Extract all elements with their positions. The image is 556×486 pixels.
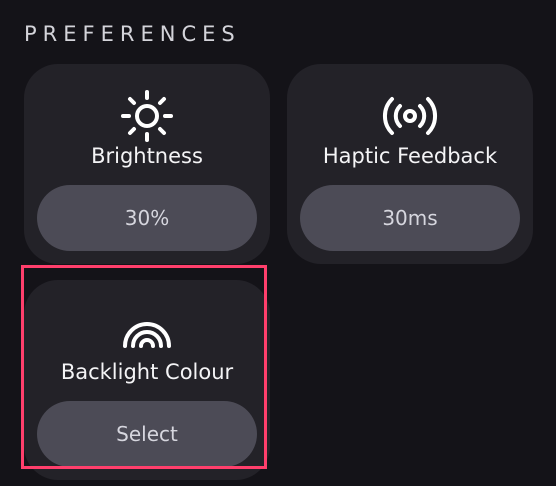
preferences-page: PREFERENCES Brightness 30% Haptic Feedba…: [0, 0, 556, 486]
backlight-colour-select-button[interactable]: Select: [37, 401, 257, 467]
section-title: PREFERENCES: [24, 22, 241, 46]
brightness-value-button[interactable]: 30%: [37, 185, 257, 251]
backlight-colour-card[interactable]: Backlight Colour Select: [24, 280, 270, 480]
rainbow-arc-icon: [117, 302, 177, 362]
haptic-feedback-card[interactable]: Haptic Feedback 30ms: [287, 64, 533, 264]
brightness-label: Brightness: [91, 144, 203, 168]
backlight-colour-label: Backlight Colour: [60, 360, 234, 384]
haptic-vibration-icon: [380, 86, 440, 146]
sun-icon: [117, 86, 177, 146]
brightness-card[interactable]: Brightness 30%: [24, 64, 270, 264]
haptic-feedback-value-button[interactable]: 30ms: [300, 185, 520, 251]
haptic-feedback-label: Haptic Feedback: [322, 144, 498, 168]
